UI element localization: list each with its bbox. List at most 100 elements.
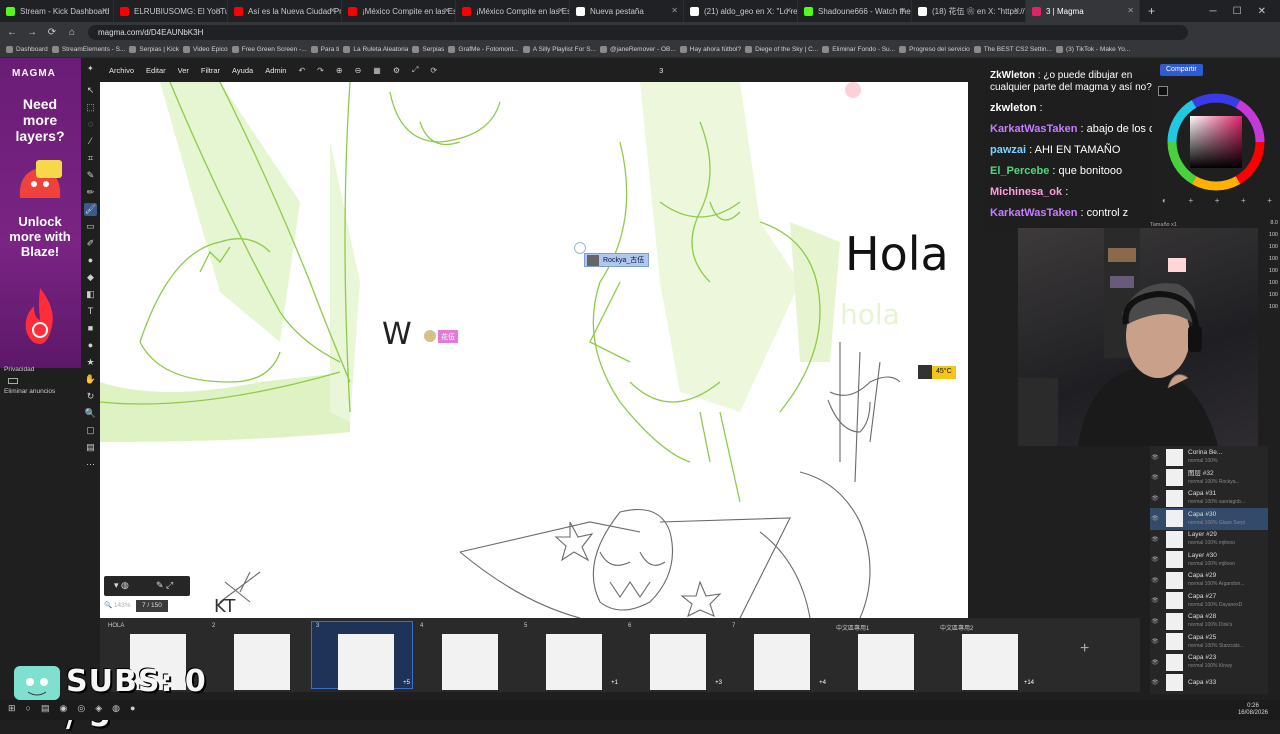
menu-archivo[interactable]: Archivo (109, 66, 134, 75)
bookmark-item[interactable]: The BEST CS2 Settin... (973, 46, 1052, 53)
browser-tab[interactable]: Shadoune666 - Watch the VO✕ (798, 0, 912, 22)
fullscreen-icon[interactable]: ⤢ (412, 65, 418, 75)
browser-tab[interactable]: Stream - Kick Dashboard ✕ (0, 0, 114, 22)
page-thumbnail[interactable]: 7 +4 (728, 622, 828, 690)
brush-setting-value[interactable]: 100 (1269, 304, 1278, 310)
visibility-eye-icon[interactable]: 👁 (1150, 618, 1160, 625)
layer-row[interactable]: 👁 Capa #28 normal 100% Dink's (1150, 610, 1268, 632)
text-icon[interactable]: T (84, 305, 97, 318)
zoom-in-icon[interactable]: ⊕ (336, 66, 343, 75)
discord-icon[interactable]: ◈ (95, 703, 102, 714)
drawing-canvas[interactable]: Hola hola W KT Rockya_古伍 花伍 45°C ▾ ◍ ✎ ⤢… (100, 82, 968, 618)
menu-admin[interactable]: Admin (265, 66, 286, 75)
hand-icon[interactable]: ✋ (84, 373, 97, 386)
close-window-icon[interactable]: ✕ (1258, 6, 1266, 17)
tab-close-icon[interactable]: ✕ (785, 6, 792, 15)
browser-tab[interactable]: (18) 花伍 ❀ en X: "https://t.co✕ (912, 0, 1026, 22)
bookmark-item[interactable]: (3) TikTok - Make Yo... (1055, 46, 1130, 53)
settings-icon[interactable]: ⚙ (393, 66, 400, 75)
ellipse-icon[interactable]: ● (84, 339, 97, 352)
layer-row[interactable]: 👁 Capa #29 normal 100% Argandon... (1150, 569, 1268, 591)
minimize-icon[interactable]: ─ (1210, 6, 1217, 17)
undo-icon[interactable]: ↶ (298, 66, 305, 75)
maximize-icon[interactable]: ☐ (1233, 6, 1242, 17)
bookmark-item[interactable]: A Silly Playlist For S... (522, 46, 596, 53)
add-page-icon[interactable]: + (1080, 640, 1089, 658)
brush-setting-value[interactable]: 100 (1269, 268, 1278, 274)
chat-toggle-panel[interactable]: ▾ ◍ ✎ ⤢ (104, 576, 190, 596)
spotify-icon[interactable]: ◍ (112, 703, 120, 714)
tab-close-icon[interactable]: ✕ (1127, 6, 1134, 15)
select-rect-icon[interactable]: ⬚ (84, 101, 97, 114)
sync-icon[interactable]: ⟳ (430, 66, 437, 75)
search-icon[interactable]: ○ (26, 703, 31, 714)
add-icon[interactable]: + (1215, 196, 1220, 205)
bookmark-item[interactable]: Video Épico (183, 46, 228, 53)
brush-setting-value[interactable]: 100 (1269, 232, 1278, 238)
forward-icon[interactable]: → (24, 27, 40, 38)
tab-close-icon[interactable]: ✕ (557, 6, 564, 15)
blur-icon[interactable]: ● (84, 254, 97, 267)
eyedropper-icon[interactable]: ✎ (84, 169, 97, 182)
redo-icon[interactable]: ↷ (317, 66, 324, 75)
visibility-eye-icon[interactable]: 👁 (1150, 556, 1160, 563)
record-icon[interactable]: ● (130, 703, 135, 714)
layer-row[interactable]: 👁 Capa #33 (1150, 672, 1268, 694)
animation-icon[interactable]: ▤ (84, 441, 97, 454)
obs-icon[interactable]: ◎ (77, 703, 85, 714)
visibility-eye-icon[interactable]: 👁 (1150, 577, 1160, 584)
more-icon[interactable]: ⋯ (84, 458, 97, 471)
layer-row[interactable]: 👁 Capa #23 normal 100% Kinwy (1150, 651, 1268, 673)
reload-icon[interactable]: ⟳ (44, 27, 60, 38)
visibility-eye-icon[interactable]: 👁 (1150, 638, 1160, 645)
brush-icon[interactable]: 🖌 (84, 203, 97, 216)
new-tab-icon[interactable]: + (1140, 4, 1163, 18)
browser-tab[interactable]: ¡México Compite en las Escon✕ (342, 0, 456, 22)
chat-bubble-icon[interactable]: ▾ ◍ (114, 580, 129, 591)
magic-wand-icon[interactable]: ⁄ (84, 135, 97, 148)
privacy-link[interactable]: Privacidad (4, 366, 34, 373)
bookmark-item[interactable]: StreamElements - S... (51, 46, 125, 53)
grid-icon[interactable]: ▦ (373, 66, 381, 75)
tab-close-icon[interactable]: ✕ (1013, 6, 1020, 15)
menu-ver[interactable]: Ver (178, 66, 189, 75)
privacy-toggle-icon[interactable] (8, 378, 18, 384)
gradient-icon[interactable]: ◧ (84, 288, 97, 301)
bookmark-item[interactable]: La Ruleta Aleatoria (343, 46, 408, 53)
page-thumbnail[interactable]: 中文區專用2 +14 (936, 622, 1036, 690)
visibility-eye-icon[interactable]: 👁 (1150, 536, 1160, 543)
tab-close-icon[interactable]: ✕ (329, 6, 336, 15)
bookmark-item[interactable]: @janeRemover - OB... (599, 46, 676, 53)
page-thumbnail[interactable]: 5 +1 (520, 622, 620, 690)
magma-menu-logo-icon[interactable]: ✦ (87, 64, 94, 73)
comment-icon[interactable]: ▢ (84, 424, 97, 437)
bookmark-item[interactable]: Serpias (412, 46, 444, 53)
ad-banner[interactable]: MAGMA Need more layers? Unlock more with… (0, 58, 81, 368)
layer-row[interactable]: 👁 图层 #32 normal 100% Rockya... (1150, 467, 1268, 489)
brush-setting-value[interactable]: 100 (1269, 256, 1278, 262)
visibility-eye-icon[interactable]: 👁 (1150, 597, 1160, 604)
bookmark-item[interactable]: Para ti (310, 46, 339, 53)
bookmark-item[interactable]: Free Green Screen -... (231, 46, 307, 53)
bookmark-item[interactable]: GrafMe - Fotomont... (448, 46, 519, 53)
zoom-out-icon[interactable]: ⊖ (355, 66, 362, 75)
chrome-icon[interactable]: ◉ (60, 703, 68, 714)
lasso-icon[interactable]: ◌ (84, 118, 97, 131)
tab-close-icon[interactable]: ✕ (443, 6, 450, 15)
brush-setting-value[interactable]: 100 (1269, 280, 1278, 286)
menu-ayuda[interactable]: Ayuda (232, 66, 253, 75)
visibility-eye-icon[interactable]: 👁 (1150, 659, 1160, 666)
zoom-icon[interactable]: 🔍 (84, 407, 97, 420)
brush-setting-value[interactable]: 100 (1269, 244, 1278, 250)
color-wheel[interactable] (1166, 92, 1266, 192)
bookmark-item[interactable]: Diege of the Sky | C... (745, 46, 818, 53)
browser-tab[interactable]: (21) aldo_geo en X: "Lo recon✕ (684, 0, 798, 22)
share-button[interactable]: Compartir (1160, 64, 1203, 76)
layer-row[interactable]: 👁 Layer #29 normal 100% mjitooo (1150, 528, 1268, 550)
browser-tab[interactable]: Nueva pestaña ✕ (570, 0, 684, 22)
tab-close-icon[interactable]: ✕ (215, 6, 222, 15)
bookmark-item[interactable]: Progreso del servicio (899, 46, 970, 53)
bookmark-item[interactable]: Dashboard (6, 46, 48, 53)
home-icon[interactable]: ⌂ (64, 27, 80, 38)
eraser-icon[interactable]: ▭ (84, 220, 97, 233)
